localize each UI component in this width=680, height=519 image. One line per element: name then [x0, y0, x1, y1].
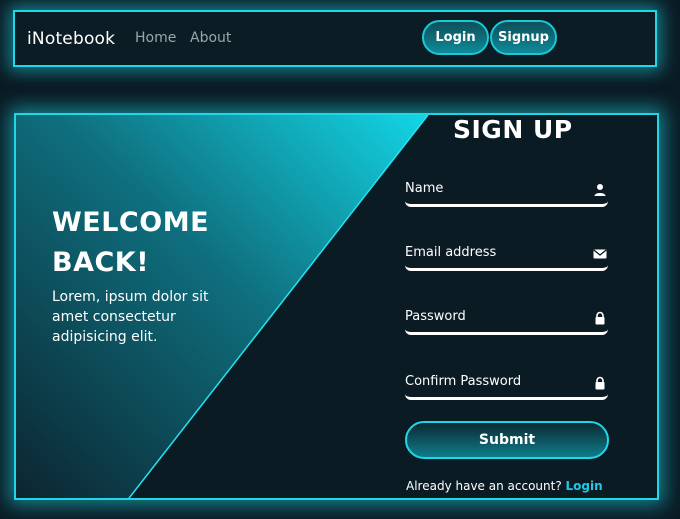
- welcome-heading: WELCOME BACK!: [52, 203, 209, 283]
- login-prompt: Already have an account? Login: [406, 479, 603, 493]
- form-title: SIGN UP: [453, 115, 573, 144]
- submit-button[interactable]: Submit: [405, 421, 609, 459]
- welcome-line-2: BACK!: [52, 247, 150, 278]
- brand-logo[interactable]: iNotebook: [27, 29, 115, 49]
- welcome-line-1: WELCOME: [52, 207, 210, 238]
- lock-icon: [595, 376, 605, 390]
- email-field[interactable]: Email address: [405, 241, 608, 271]
- nav-link-about[interactable]: About: [190, 30, 231, 46]
- name-field[interactable]: Name: [405, 177, 608, 207]
- password-label: Password: [405, 309, 466, 324]
- envelope-icon: [593, 249, 607, 259]
- nav-link-home[interactable]: Home: [135, 30, 176, 46]
- password-field[interactable]: Password: [405, 305, 608, 335]
- confirm-password-field[interactable]: Confirm Password: [405, 370, 608, 400]
- signup-button[interactable]: Signup: [490, 20, 557, 55]
- user-icon: [594, 184, 606, 196]
- login-link[interactable]: Login: [566, 479, 603, 493]
- email-label: Email address: [405, 245, 497, 260]
- welcome-description: Lorem, ipsum dolor sit amet consectetur …: [52, 289, 209, 345]
- login-button[interactable]: Login: [422, 20, 489, 55]
- lock-icon: [595, 311, 605, 325]
- login-prompt-text: Already have an account?: [406, 479, 562, 493]
- navbar: iNotebook Home About Login Signup: [13, 10, 657, 67]
- confirm-password-label: Confirm Password: [405, 374, 522, 389]
- signup-card: WELCOME BACK! Lorem, ipsum dolor sit ame…: [14, 113, 659, 500]
- name-label: Name: [405, 181, 444, 196]
